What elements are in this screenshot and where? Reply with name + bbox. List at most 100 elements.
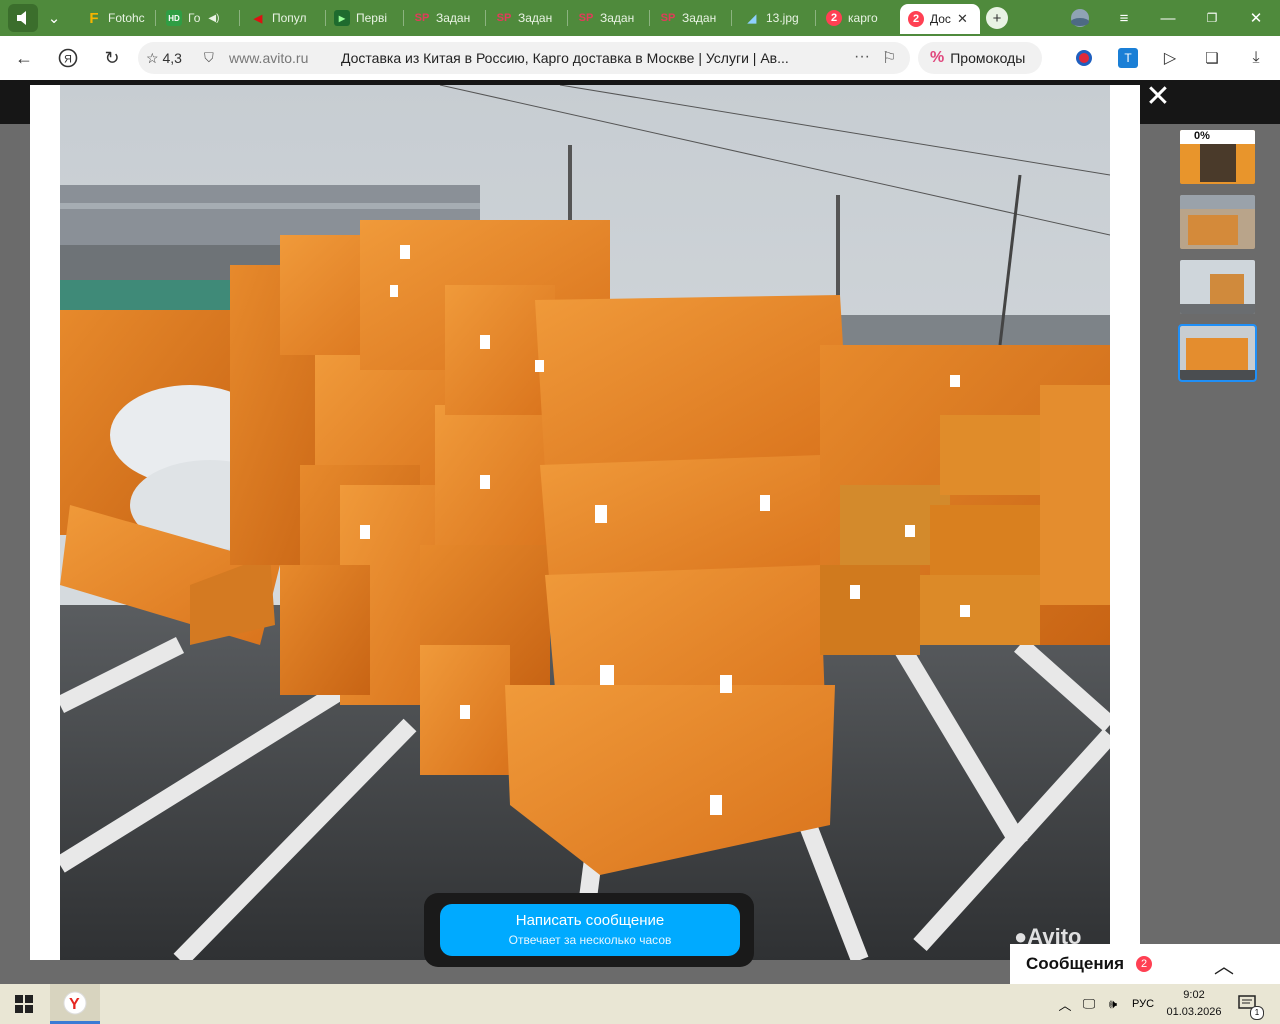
tab-zadan-4[interactable]: SP Задан — [660, 4, 732, 32]
download-icon[interactable]: ⤓ — [1246, 48, 1266, 68]
show-hidden-icons-chevron-icon[interactable]: ︿ — [1056, 984, 1074, 1024]
tab-active-dostavka[interactable]: 2 Дос ✕ — [900, 4, 980, 34]
new-tab-plus-icon[interactable]: + — [986, 7, 1008, 29]
tab-label: 13.jpg — [766, 11, 799, 25]
promo-codes-button[interactable]: % Промокоды — [918, 42, 1042, 74]
messages-panel[interactable]: Сообщения 2 ︿ — [1010, 944, 1280, 984]
video-favicon-icon: ▶ — [334, 10, 350, 26]
clock-date: 01.03.2026 — [1166, 1006, 1222, 1018]
thumbnail-image — [1180, 260, 1255, 314]
star-icon: ☆ — [146, 50, 159, 66]
tab-label: Задан — [682, 11, 717, 25]
tab-label: Fotohc — [108, 11, 145, 25]
yandex-logo-icon[interactable]: Я — [56, 46, 80, 70]
messages-label: Сообщения — [1026, 954, 1124, 973]
start-button[interactable] — [0, 984, 48, 1024]
tab-hd[interactable]: HD Го ◀) — [166, 4, 240, 32]
cargo-boxes-photo — [60, 85, 1110, 960]
site-rating[interactable]: ☆ 4,3 — [146, 50, 182, 67]
thumbnail-image — [1180, 130, 1255, 184]
tab-strip: ⌄ F Fotohc HD Го ◀) ◀ Попул ▶ Перві SP З… — [0, 0, 1280, 36]
hd-favicon-icon: HD — [166, 10, 182, 26]
tab-zadan-3[interactable]: SP Задан — [578, 4, 650, 32]
extension-translate-icon[interactable]: T — [1118, 48, 1138, 68]
browser-menu-icon[interactable]: ≡ — [1112, 6, 1136, 30]
rating-value: 4,3 — [162, 50, 182, 66]
response-time-label: Отвечает за несколько часов — [508, 933, 672, 947]
tab-zadan-1[interactable]: SP Задан — [414, 4, 486, 32]
notification-count-badge: 1 — [1250, 1006, 1264, 1020]
shield-icon[interactable]: ⛉ — [204, 50, 214, 66]
chevron-up-icon[interactable]: ︿ — [1214, 950, 1234, 979]
omnibox[interactable]: ☆ 4,3 ⛉ www.avito.ru Доставка из Китая в… — [138, 42, 910, 74]
profile-avatar[interactable] — [1068, 6, 1092, 30]
close-tab-icon[interactable]: ✕ — [957, 11, 968, 27]
sp-favicon-icon: SP — [414, 12, 430, 24]
tab-label: Перві — [356, 11, 388, 25]
tab-label: Попул — [272, 11, 307, 25]
image-favicon-icon: ◢ — [747, 12, 757, 25]
tab-label: Дос — [930, 12, 951, 26]
tab-popular[interactable]: ◀ Попул — [250, 4, 326, 32]
thumbnail-2[interactable] — [1180, 195, 1255, 249]
gallery-main-photo[interactable] — [60, 85, 1110, 960]
back-arrow-icon[interactable]: ← — [12, 46, 36, 70]
thumbnail-image — [1180, 326, 1255, 380]
reload-icon[interactable]: ↻ — [100, 46, 124, 70]
clock-time: 9:02 — [1183, 989, 1205, 1001]
close-gallery-icon[interactable]: ✕ — [1144, 82, 1172, 112]
windows-taskbar: Y ︿ 🖵 🕪 РУС 9:02 01.03.2026 1 — [0, 984, 1280, 1024]
sp-favicon-icon: SP — [660, 12, 676, 24]
playing-audio-icon[interactable]: ◀) — [208, 13, 219, 24]
action-center-notifications-icon[interactable]: 1 — [1236, 984, 1264, 1024]
extension-shield-icon[interactable] — [1074, 48, 1094, 68]
url-domain: www.avito.ru — [229, 50, 309, 66]
percent-icon: % — [930, 49, 945, 66]
address-toolbar: ← Я ↻ ☆ 4,3 ⛉ www.avito.ru Доставка из К… — [0, 36, 1280, 81]
thumbnail-1[interactable]: 0% — [1180, 130, 1255, 184]
promo-label: Промокоды — [950, 50, 1026, 66]
tab-label: Задан — [518, 11, 553, 25]
input-language-indicator[interactable]: РУС — [1128, 984, 1158, 1024]
tab-label: карго — [848, 11, 878, 25]
page-title: Доставка из Китая в Россию, Карго достав… — [341, 50, 789, 66]
taskbar-yandex-browser[interactable]: Y — [50, 984, 100, 1024]
minimize-icon[interactable]: — — [1156, 6, 1180, 30]
tab-fotohc[interactable]: F Fotohc — [86, 4, 156, 32]
taskbar-clock[interactable]: 9:02 01.03.2026 — [1160, 987, 1228, 1021]
fotohc-favicon-icon: F — [89, 9, 99, 27]
avatar-icon — [1071, 9, 1089, 27]
sound-tabs-button[interactable] — [8, 4, 38, 32]
bookmark-icon[interactable]: ⚐ — [882, 48, 896, 68]
tab-first[interactable]: ▶ Перві — [334, 4, 404, 32]
restore-icon[interactable]: ❐ — [1200, 6, 1224, 30]
speaker-icon — [17, 11, 26, 25]
tab-label: Задан — [600, 11, 635, 25]
notification-badge-icon: 2 — [826, 10, 842, 26]
thumbnail-caption: 0% — [1194, 130, 1210, 142]
network-icon[interactable]: 🖵 — [1078, 984, 1100, 1024]
tab-image[interactable]: ◢ 13.jpg — [744, 4, 816, 32]
tabs-menu-chevron-icon[interactable]: ⌄ — [42, 6, 66, 30]
tab-kargo[interactable]: 2 карго — [826, 4, 892, 32]
yandex-circle-icon: Я — [58, 48, 78, 68]
close-window-icon[interactable]: ✕ — [1244, 6, 1268, 30]
yandex-browser-icon: Y — [63, 991, 87, 1014]
collections-icon[interactable]: ❏ — [1202, 48, 1222, 68]
sp-favicon-icon: SP — [496, 12, 512, 24]
tab-label: Задан — [436, 11, 471, 25]
thumbnail-4-selected[interactable] — [1178, 324, 1257, 382]
messages-count-badge: 2 — [1136, 956, 1152, 972]
thumbnail-3[interactable] — [1180, 260, 1255, 314]
svg-text:Y: Y — [69, 996, 80, 1013]
notification-badge-icon: 2 — [908, 11, 924, 27]
more-dots-icon[interactable]: ··· — [854, 48, 870, 66]
volume-icon[interactable]: 🕪 — [1102, 984, 1124, 1024]
tab-label: Го — [188, 11, 201, 25]
write-message-label: Написать сообщение — [515, 912, 665, 929]
youtube-speaker-icon: ◀ — [253, 12, 263, 25]
thumbnail-image — [1180, 195, 1255, 249]
video-player-icon[interactable]: ▷ — [1160, 48, 1180, 68]
tab-zadan-2[interactable]: SP Задан — [496, 4, 568, 32]
write-message-button[interactable]: Написать сообщение Отвечает за несколько… — [440, 904, 740, 956]
